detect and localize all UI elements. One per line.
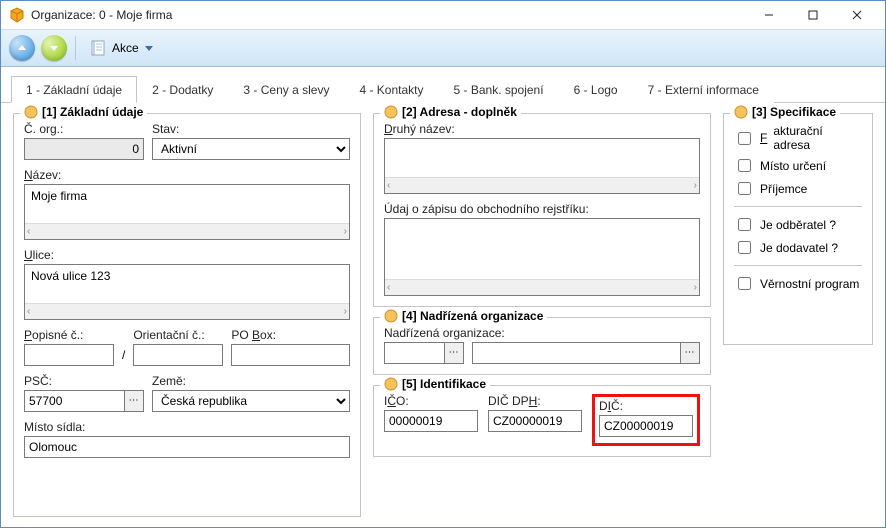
nadrizena-code-input[interactable] <box>384 342 444 364</box>
nadrizena-label: Nadřízená organizace: <box>384 326 700 340</box>
chevron-down-icon <box>145 41 153 55</box>
tab-zakladni-udaje[interactable]: 1 - Základní údaje <box>11 76 137 103</box>
group-title-text: [2] Adresa - doplněk <box>402 105 517 119</box>
minimize-button[interactable] <box>747 1 791 29</box>
zeme-select[interactable]: Česká republika <box>152 390 350 412</box>
toolbar-separator <box>75 36 76 60</box>
misto-label: Místo sídla: <box>24 420 350 434</box>
prijemce-checkbox[interactable]: Příjemce <box>734 177 862 200</box>
nav-down-button[interactable] <box>41 35 67 61</box>
separator <box>734 265 862 266</box>
vernostni-checkbox[interactable]: Věrnostní program <box>734 272 862 295</box>
group-nadrizena-organizace: [4] Nadřízená organizace Nadřízená organ… <box>373 317 711 375</box>
druhy-nazev-label: Druhý název: <box>384 122 700 136</box>
dic-dph-input[interactable] <box>488 410 582 432</box>
zeme-label: Země: <box>152 374 350 388</box>
scrollbar-horizontal[interactable]: ‹› <box>25 303 349 319</box>
tabstrip: 1 - Základní údaje 2 - Dodatky 3 - Ceny … <box>1 67 885 103</box>
tab-dodatky[interactable]: 2 - Dodatky <box>137 76 228 103</box>
nadrizena-name-lookup-button[interactable]: ⋯ <box>680 342 700 364</box>
scrollbar-horizontal[interactable]: ‹› <box>25 223 349 239</box>
ulice-textbox[interactable]: Nová ulice 123 ‹› <box>24 264 350 320</box>
dodavatel-checkbox[interactable]: Je dodavatel ? <box>734 236 862 259</box>
ico-input[interactable] <box>384 410 478 432</box>
group-icon <box>384 309 398 323</box>
pobox-input[interactable] <box>231 344 350 366</box>
pobox-label: PO Box: <box>231 328 350 342</box>
popisne-label: Popisné č.: <box>24 328 114 342</box>
app-window: Organizace: 0 - Moje firma Akce 1 - Zákl… <box>0 0 886 528</box>
document-icon <box>90 38 106 58</box>
titlebar: Organizace: 0 - Moje firma <box>1 1 885 29</box>
nadrizena-name-input[interactable] <box>472 342 680 364</box>
scrollbar-horizontal[interactable]: ‹› <box>385 279 699 295</box>
nav-up-button[interactable] <box>9 35 35 61</box>
tab-bank-spojeni[interactable]: 5 - Bank. spojení <box>439 76 559 103</box>
dic-dph-label: DIČ DPH: <box>488 394 582 408</box>
misto-input[interactable] <box>24 436 350 458</box>
tab-logo[interactable]: 6 - Logo <box>559 76 633 103</box>
dic-input[interactable] <box>599 415 693 437</box>
dic-label: DIČ: <box>599 399 693 413</box>
orientacni-label: Orientační č.: <box>133 328 223 342</box>
ellipsis-icon: ⋯ <box>449 348 460 358</box>
rejstrik-textbox[interactable]: ‹› <box>384 218 700 296</box>
group-zakladni-udaje: [1] Základní údaje Č. org.: Stav: Aktivn… <box>13 113 361 517</box>
group-icon <box>384 105 398 119</box>
ulice-label: Ulice: <box>24 248 350 262</box>
rejstrik-label: Údaj o zápisu do obchodního rejstříku: <box>384 202 700 216</box>
misto-urceni-checkbox[interactable]: Místo určení <box>734 154 862 177</box>
akce-menu-button[interactable]: Akce <box>84 35 159 61</box>
nazev-label: Název: <box>24 168 350 182</box>
stav-select[interactable]: Aktivní <box>152 138 350 160</box>
c-org-label: Č. org.: <box>24 122 144 136</box>
ico-label: IČO: <box>384 394 478 408</box>
fakturacni-checkbox[interactable]: Fakturační adresa <box>734 122 862 154</box>
akce-label: Akce <box>112 41 139 55</box>
group-specifikace: [3] Specifikace Fakturační adresa Místo … <box>723 113 873 345</box>
c-org-input[interactable] <box>24 138 144 160</box>
odberatel-checkbox[interactable]: Je odběratel ? <box>734 213 862 236</box>
group-title-text: [3] Specifikace <box>752 105 836 119</box>
nadrizena-code-lookup-button[interactable]: ⋯ <box>444 342 464 364</box>
tab-kontakty[interactable]: 4 - Kontakty <box>344 76 438 103</box>
druhy-nazev-textbox[interactable]: ‹› <box>384 138 700 194</box>
orientacni-input[interactable] <box>133 344 223 366</box>
slash: / <box>122 348 125 366</box>
psc-input[interactable] <box>24 390 124 412</box>
group-icon <box>734 105 748 119</box>
group-icon <box>384 377 398 391</box>
group-title-text: [1] Základní údaje <box>42 105 143 119</box>
tab-body: [1] Základní údaje Č. org.: Stav: Aktivn… <box>1 103 885 527</box>
dic-highlight: DIČ: <box>592 394 700 446</box>
stav-label: Stav: <box>152 122 350 136</box>
popisne-input[interactable] <box>24 344 114 366</box>
psc-label: PSČ: <box>24 374 144 388</box>
separator <box>734 206 862 207</box>
tab-ceny-a-slevy[interactable]: 3 - Ceny a slevy <box>228 76 344 103</box>
group-icon <box>24 105 38 119</box>
maximize-button[interactable] <box>791 1 835 29</box>
scrollbar-horizontal[interactable]: ‹› <box>385 177 699 193</box>
ellipsis-icon: ⋯ <box>685 348 696 358</box>
group-adresa-doplnek: [2] Adresa - doplněk Druhý název: ‹› Úda… <box>373 113 711 307</box>
window-title: Organizace: 0 - Moje firma <box>31 8 747 22</box>
nazev-textbox[interactable]: Moje firma ‹› <box>24 184 350 240</box>
group-identifikace: [5] Identifikace IČO: DIČ DPH: DIČ: <box>373 385 711 457</box>
tab-externi-informace[interactable]: 7 - Externí informace <box>633 76 774 103</box>
psc-lookup-button[interactable]: ⋯ <box>124 390 144 412</box>
app-icon <box>9 7 25 23</box>
ellipsis-icon: ⋯ <box>129 396 140 406</box>
group-title-text: [5] Identifikace <box>402 377 486 391</box>
group-title-text: [4] Nadřízená organizace <box>402 309 543 323</box>
close-button[interactable] <box>835 1 879 29</box>
toolbar: Akce <box>1 29 885 67</box>
